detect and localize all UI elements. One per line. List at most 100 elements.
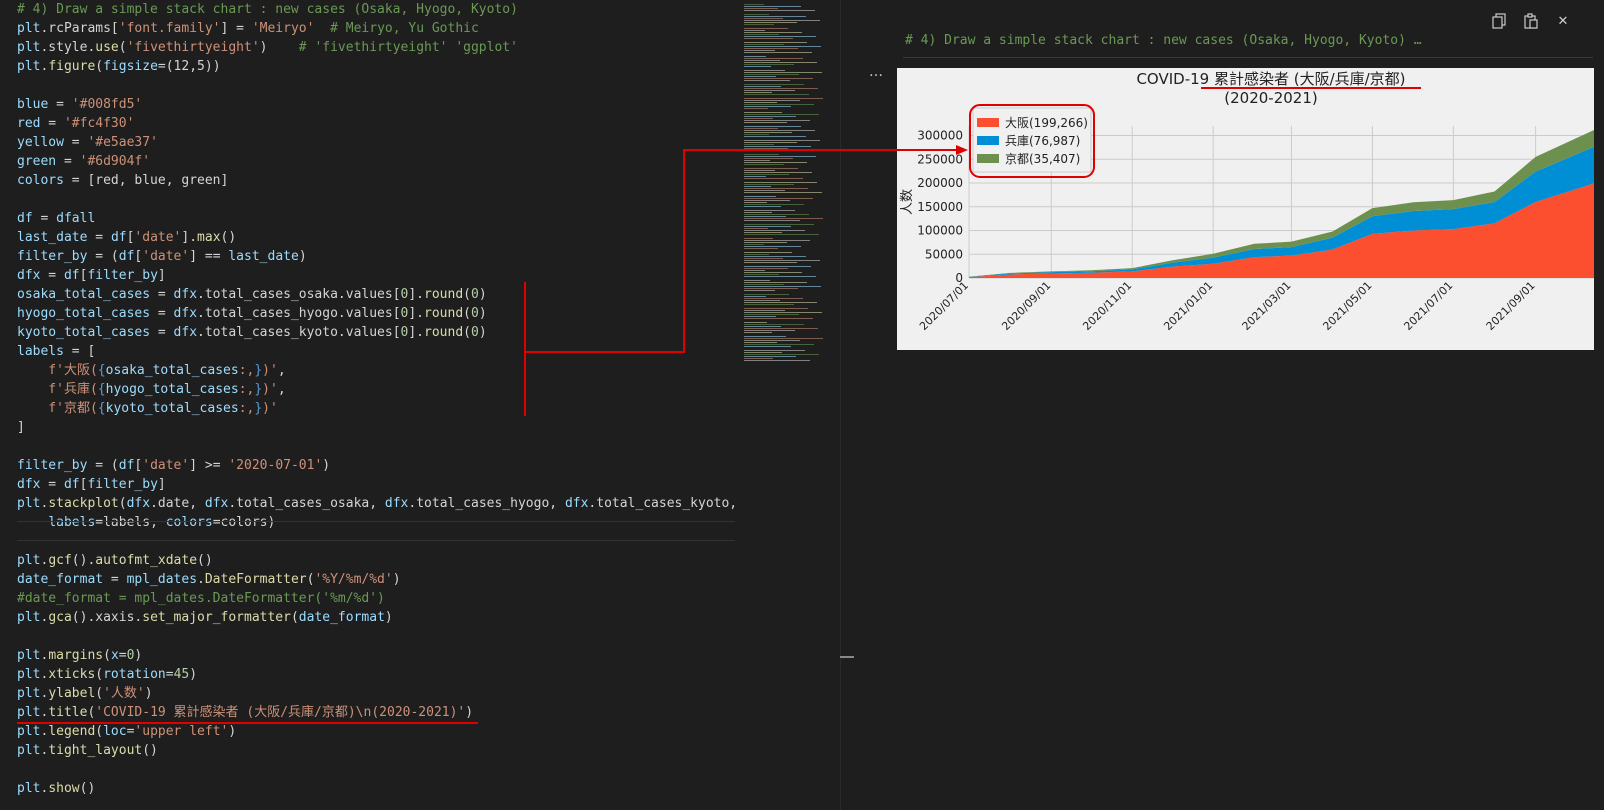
code-token: ]. <box>181 230 198 245</box>
code-token: 'COVID-19 累計感染者 (大阪/兵庫/京都)\n(2020-2021)' <box>95 705 466 720</box>
code-line[interactable]: colors = [red, blue, green] <box>17 171 735 190</box>
code-line[interactable] <box>17 760 735 779</box>
code-line[interactable]: plt.show() <box>17 779 735 798</box>
code-line[interactable]: red = '#fc4f30' <box>17 114 735 133</box>
minimap-row <box>744 360 810 361</box>
code-line[interactable]: plt.figure(figsize=(12,5)) <box>17 57 735 76</box>
minimap-row <box>744 298 803 299</box>
code-line[interactable]: plt.ylabel('人数') <box>17 684 735 703</box>
minimap-row <box>744 146 811 147</box>
minimap-row <box>744 260 820 261</box>
code-line[interactable]: green = '#6d904f' <box>17 152 735 171</box>
minimap-row <box>744 92 772 93</box>
code-line[interactable] <box>17 627 735 646</box>
minimap-row <box>744 268 788 269</box>
code-token: ( <box>103 648 111 663</box>
code-line[interactable]: last_date = df['date'].max() <box>17 228 735 247</box>
paste-icon[interactable] <box>1520 10 1542 32</box>
code-line[interactable] <box>17 76 735 95</box>
minimap-row <box>744 290 775 291</box>
scrollbar-thumb[interactable] <box>840 656 854 658</box>
minimap-row <box>744 64 794 65</box>
code-line[interactable]: f'京都({kyoto_total_cases:,})' <box>17 399 735 418</box>
minimap-row <box>744 120 810 121</box>
code-line[interactable]: plt.style.use('fivethirtyeight') # 'five… <box>17 38 735 57</box>
code-line[interactable]: plt.legend(loc='upper left') <box>17 722 735 741</box>
minimap-row <box>744 258 783 259</box>
code-token: plt <box>17 667 41 682</box>
minimap-row <box>744 240 810 241</box>
code-line[interactable]: yellow = '#e5ae37' <box>17 133 735 152</box>
code-line[interactable]: #date_format = mpl_dates.DateFormatter('… <box>17 589 735 608</box>
code-token: = ( <box>87 249 119 264</box>
minimap-row <box>744 318 813 319</box>
code-line[interactable]: date_format = mpl_dates.DateFormatter('%… <box>17 570 735 589</box>
minimap-row <box>744 188 808 189</box>
code-token: green <box>17 154 57 169</box>
code-line[interactable]: hyogo_total_cases = dfx.total_cases_hyog… <box>17 304 735 323</box>
minimap-row <box>744 116 796 117</box>
legend-label: 兵庫(76,987) <box>1005 134 1080 148</box>
close-icon[interactable]: ✕ <box>1552 10 1574 32</box>
code-line[interactable]: f'大阪({osaka_total_cases:,})', <box>17 361 735 380</box>
code-line[interactable]: ] <box>17 418 735 437</box>
code-line[interactable]: blue = '#008fd5' <box>17 95 735 114</box>
code-line[interactable] <box>17 437 735 456</box>
code-token: = <box>103 572 127 587</box>
code-line[interactable]: plt.stackplot(dfx.date, dfx.total_cases_… <box>17 494 735 513</box>
editor-scrollbar[interactable] <box>840 0 854 810</box>
code-line[interactable]: # 4) Draw a simple stack chart : new cas… <box>17 0 735 19</box>
code-line[interactable]: plt.tight_layout() <box>17 741 735 760</box>
minimap-row <box>744 10 815 11</box>
minimap[interactable] <box>740 0 840 400</box>
x-tick-label: 2020/11/01 <box>1080 279 1134 333</box>
code-token: 45 <box>173 667 190 682</box>
code-line[interactable]: plt.gca().xaxis.set_major_formatter(date… <box>17 608 735 627</box>
code-token: ) <box>189 667 198 682</box>
code-lines[interactable]: # 4) Draw a simple stack chart : new cas… <box>17 0 735 798</box>
code-line[interactable] <box>17 190 735 209</box>
code-token: )' <box>262 363 278 378</box>
x-tick-label: 2021/01/01 <box>1161 279 1215 333</box>
minimap-row <box>744 170 775 171</box>
minimap-row <box>744 338 823 339</box>
code-token: '#fc4f30' <box>63 116 135 131</box>
minimap-row <box>744 324 804 325</box>
code-line[interactable]: plt.gcf().autofmt_xdate() <box>17 551 735 570</box>
code-line[interactable]: plt.xticks(rotation=45) <box>17 665 735 684</box>
code-editor[interactable]: # 4) Draw a simple stack chart : new cas… <box>0 0 735 810</box>
minimap-row <box>744 60 780 61</box>
minimap-row <box>744 276 816 277</box>
code-line[interactable]: plt.rcParams['font.family'] = 'Meiryo' #… <box>17 19 735 38</box>
code-line[interactable]: plt.margins(x=0) <box>17 646 735 665</box>
code-token: { <box>97 401 106 416</box>
minimap-row <box>744 242 787 243</box>
code-line[interactable]: filter_by = (df['date'] >= '2020-07-01') <box>17 456 735 475</box>
code-line[interactable]: dfx = df[filter_by] <box>17 266 735 285</box>
code-line[interactable]: osaka_total_cases = dfx.total_cases_osak… <box>17 285 735 304</box>
minimap-row <box>744 78 813 79</box>
code-token: df <box>63 477 80 492</box>
minimap-row <box>744 58 803 59</box>
copy-icon[interactable] <box>1488 10 1510 32</box>
code-line[interactable]: dfx = df[filter_by] <box>17 475 735 494</box>
code-line[interactable]: filter_by = (df['date'] == last_date) <box>17 247 735 266</box>
code-line[interactable]: f'兵庫({hyogo_total_cases:,})', <box>17 380 735 399</box>
more-actions-icon[interactable]: … <box>869 64 883 80</box>
minimap-row <box>744 134 769 135</box>
minimap-row <box>744 176 766 177</box>
code-token: colors <box>17 173 64 188</box>
code-line[interactable]: kyoto_total_cases = dfx.total_cases_kyot… <box>17 323 735 342</box>
chart-title-line2: (2020-2021) <box>1224 89 1317 107</box>
code-line[interactable]: labels = [ <box>17 342 735 361</box>
minimap-row <box>744 106 791 107</box>
code-token: .total_cases_osaka, <box>228 496 385 511</box>
code-token: .total_cases_kyoto, <box>588 496 735 511</box>
code-token: ) <box>134 648 143 663</box>
minimap-row <box>744 128 778 129</box>
code-token: dfx <box>17 268 41 283</box>
minimap-row <box>744 50 775 51</box>
code-line[interactable]: plt.title('COVID-19 累計感染者 (大阪/兵庫/京都)\n(2… <box>17 703 735 722</box>
code-line[interactable]: df = dfall <box>17 209 735 228</box>
minimap-row <box>744 150 765 151</box>
